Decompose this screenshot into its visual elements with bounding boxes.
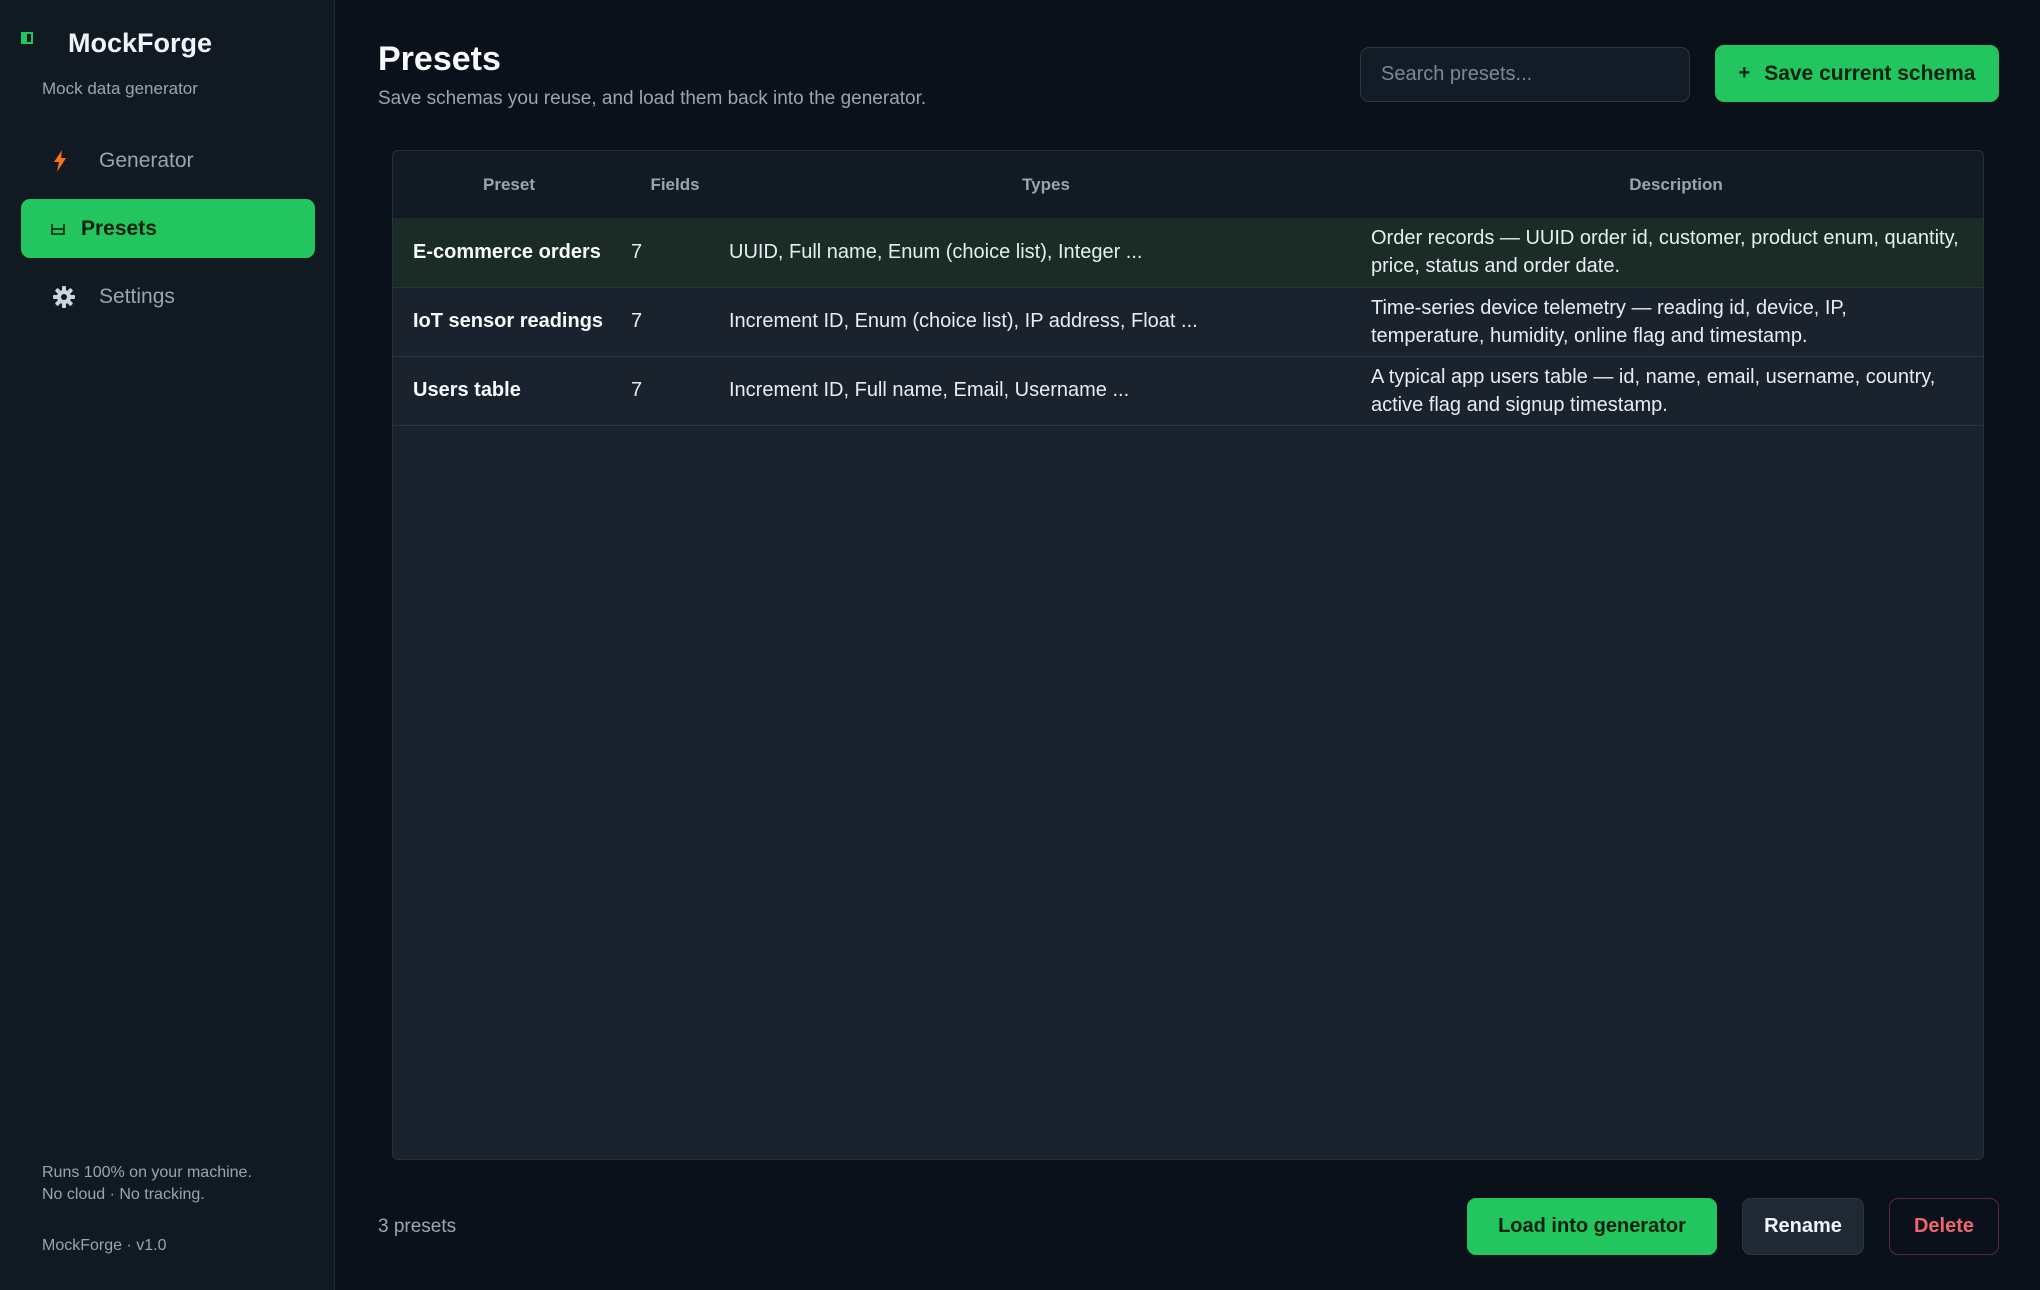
column-header-fields[interactable]: Fields <box>625 151 725 218</box>
preset-name: Users table <box>413 379 521 401</box>
save-current-schema-label: Save current schema <box>1764 61 1976 85</box>
logo-icon <box>21 32 33 44</box>
privacy-note: Runs 100% on your machine. No cloud · No… <box>42 1162 252 1206</box>
sidebar-item-settings[interactable]: Settings <box>21 267 315 326</box>
preset-description: Order records — UUID order id, customer,… <box>1371 227 1959 278</box>
column-header-preset[interactable]: Preset <box>393 151 625 218</box>
preset-description: Time-series device telemetry — reading i… <box>1371 296 1847 347</box>
search-input[interactable] <box>1360 47 1690 102</box>
delete-button[interactable]: Delete <box>1889 1198 1999 1255</box>
preset-types: UUID, Full name, Enum (choice list), Int… <box>729 240 1143 263</box>
preset-fields: 7 <box>631 240 643 263</box>
preset-fields: 7 <box>631 310 643 332</box>
table-row[interactable]: IoT sensor readings 7 Increment ID, Enum… <box>393 287 1983 356</box>
load-into-generator-button[interactable]: Load into generator <box>1467 1198 1717 1255</box>
table-row[interactable]: Users table 7 Increment ID, Full name, E… <box>393 356 1983 425</box>
sidebar-item-label: Generator <box>99 148 194 172</box>
app-version: MockForge · v1.0 <box>42 1237 167 1254</box>
table-header-row: Preset Fields Types Description <box>393 151 1983 218</box>
bookmark-icon <box>51 223 81 235</box>
brand: MockForge <box>21 28 212 58</box>
sidebar-item-label: Settings <box>99 284 175 308</box>
column-header-types[interactable]: Types <box>725 151 1367 218</box>
preset-fields: 7 <box>631 379 643 401</box>
lightning-icon <box>53 149 89 172</box>
save-current-schema-button[interactable]: + Save current schema <box>1715 45 1999 102</box>
preset-name: E-commerce orders <box>413 240 601 263</box>
sidebar-item-presets[interactable]: Presets <box>21 199 315 258</box>
sidebar-item-label: Presets <box>81 216 157 240</box>
app-tagline: Mock data generator <box>42 79 198 98</box>
page-subtitle: Save schemas you reuse, and load them ba… <box>378 88 927 109</box>
preset-types: Increment ID, Full name, Email, Username… <box>729 379 1130 401</box>
presets-table-panel: Preset Fields Types Description E-commer… <box>392 150 1984 1160</box>
preset-name: IoT sensor readings <box>413 310 604 332</box>
presets-table: Preset Fields Types Description E-commer… <box>393 151 1983 426</box>
privacy-note-line: No cloud · No tracking. <box>42 1186 205 1203</box>
preset-description: A typical app users table — id, name, em… <box>1371 365 1936 416</box>
sidebar-nav: Generator Presets Settings <box>21 131 315 335</box>
sidebar-item-generator[interactable]: Generator <box>21 131 315 190</box>
column-header-description[interactable]: Description <box>1367 151 1983 218</box>
page-title: Presets <box>378 40 501 78</box>
table-row[interactable]: E-commerce orders 7 UUID, Full name, Enu… <box>393 218 1983 287</box>
preset-types: Increment ID, Enum (choice list), IP add… <box>729 310 1198 332</box>
app-name: MockForge <box>68 28 213 58</box>
gear-icon <box>53 285 89 308</box>
plus-icon: + <box>1738 62 1751 84</box>
sidebar: MockForge Mock data generator Generator … <box>0 0 335 1290</box>
preset-count: 3 presets <box>378 1216 457 1237</box>
privacy-note-line: Runs 100% on your machine. <box>42 1164 252 1181</box>
rename-button[interactable]: Rename <box>1742 1198 1864 1255</box>
